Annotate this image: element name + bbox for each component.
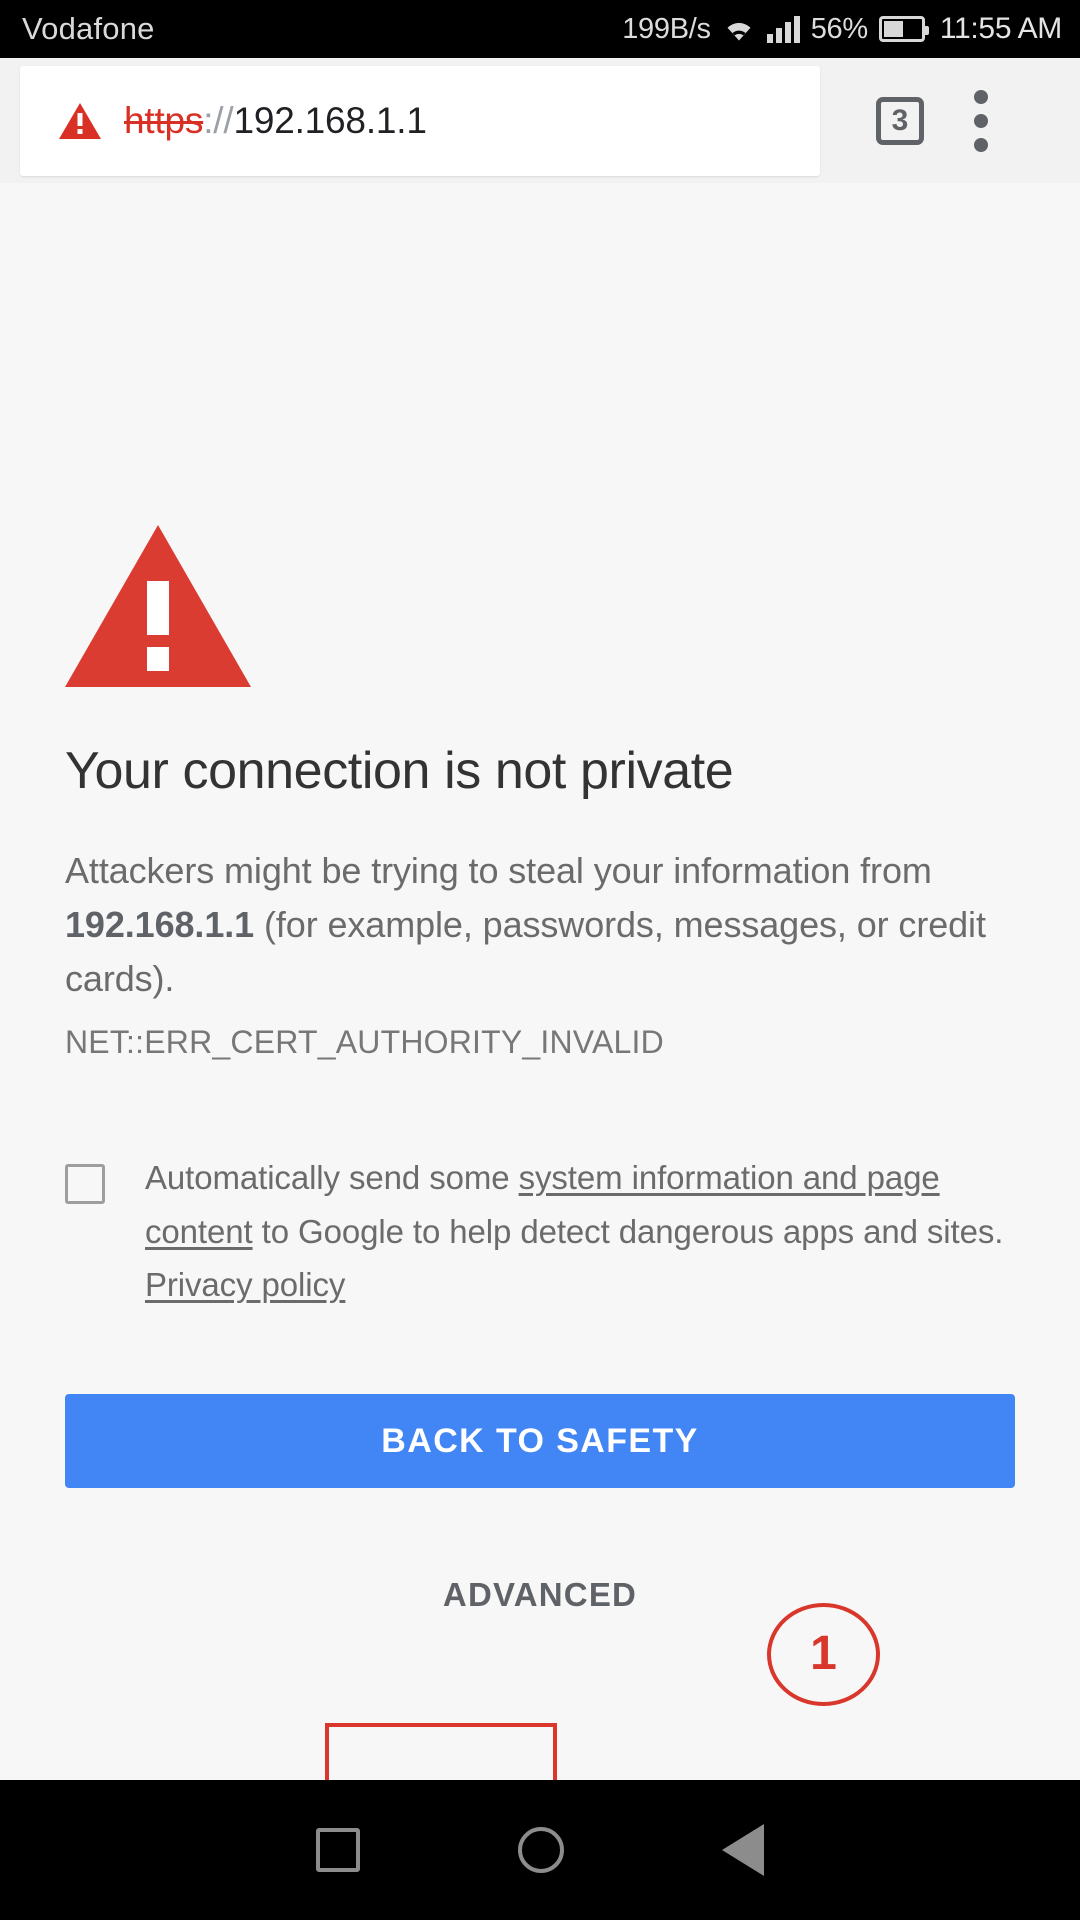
error-code-label: NET::ERR_CERT_AUTHORITY_INVALID [65,1023,664,1060]
network-speed-label: 199B/s [622,12,711,45]
warning-description-prefix: Attackers might be trying to steal your … [65,849,932,891]
optin-text-part2: to Google to help detect dangerous apps … [252,1212,1004,1250]
tab-count-label: 3 [891,103,909,137]
page-title: Your connection is not private [65,742,734,800]
home-circle-icon[interactable] [518,1827,564,1873]
recents-square-icon[interactable] [316,1828,360,1872]
annotation-highlight-rect [325,1723,557,1780]
url-separator: :// [203,99,234,141]
cellular-signal-icon [766,15,800,43]
warning-triangle-icon [65,525,251,687]
warning-description-host: 192.168.1.1 [65,903,255,945]
advanced-button[interactable]: ADVANCED [399,1550,681,1640]
address-bar[interactable]: https://192.168.1.1 [20,65,820,176]
battery-percent-label: 56% [810,12,868,45]
safe-browsing-optin-text: Automatically send some system informati… [145,1151,1015,1312]
web-page-content: Your connection is not private Attackers… [0,183,1080,1780]
warning-triangle-icon[interactable] [58,102,102,140]
wifi-icon [722,15,756,43]
browser-toolbar: https://192.168.1.1 3 [0,58,1080,183]
clock-label: 11:55 AM [939,12,1062,45]
warning-description: Attackers might be trying to steal your … [65,844,1005,1006]
back-triangle-icon[interactable] [722,1824,764,1876]
status-bar: Vodafone 199B/s 56% 11:55 AM [0,0,1080,58]
status-bar-right-cluster: 199B/s 56% 11:55 AM [622,12,1062,46]
url-text: https://192.168.1.1 [124,100,427,142]
url-host: 192.168.1.1 [233,99,427,141]
safe-browsing-optin-row[interactable]: Automatically send some system informati… [65,1151,1015,1312]
tab-switcher-button[interactable]: 3 [876,96,924,145]
annotation-step-number: 1 [810,1626,837,1680]
privacy-policy-link[interactable]: Privacy policy [145,1266,345,1303]
android-navigation-bar [0,1780,1080,1920]
url-scheme: https [124,99,204,141]
annotation-step-badge: 1 [767,1603,880,1706]
battery-icon [878,16,929,42]
overflow-menu-icon[interactable] [974,89,988,152]
safe-browsing-checkbox[interactable] [65,1163,105,1204]
back-to-safety-button[interactable]: BACK TO SAFETY [65,1394,1015,1489]
carrier-label: Vodafone [22,11,155,46]
ssl-interstitial: Your connection is not private Attackers… [0,183,1080,1650]
optin-text-part1: Automatically send some [145,1158,519,1196]
